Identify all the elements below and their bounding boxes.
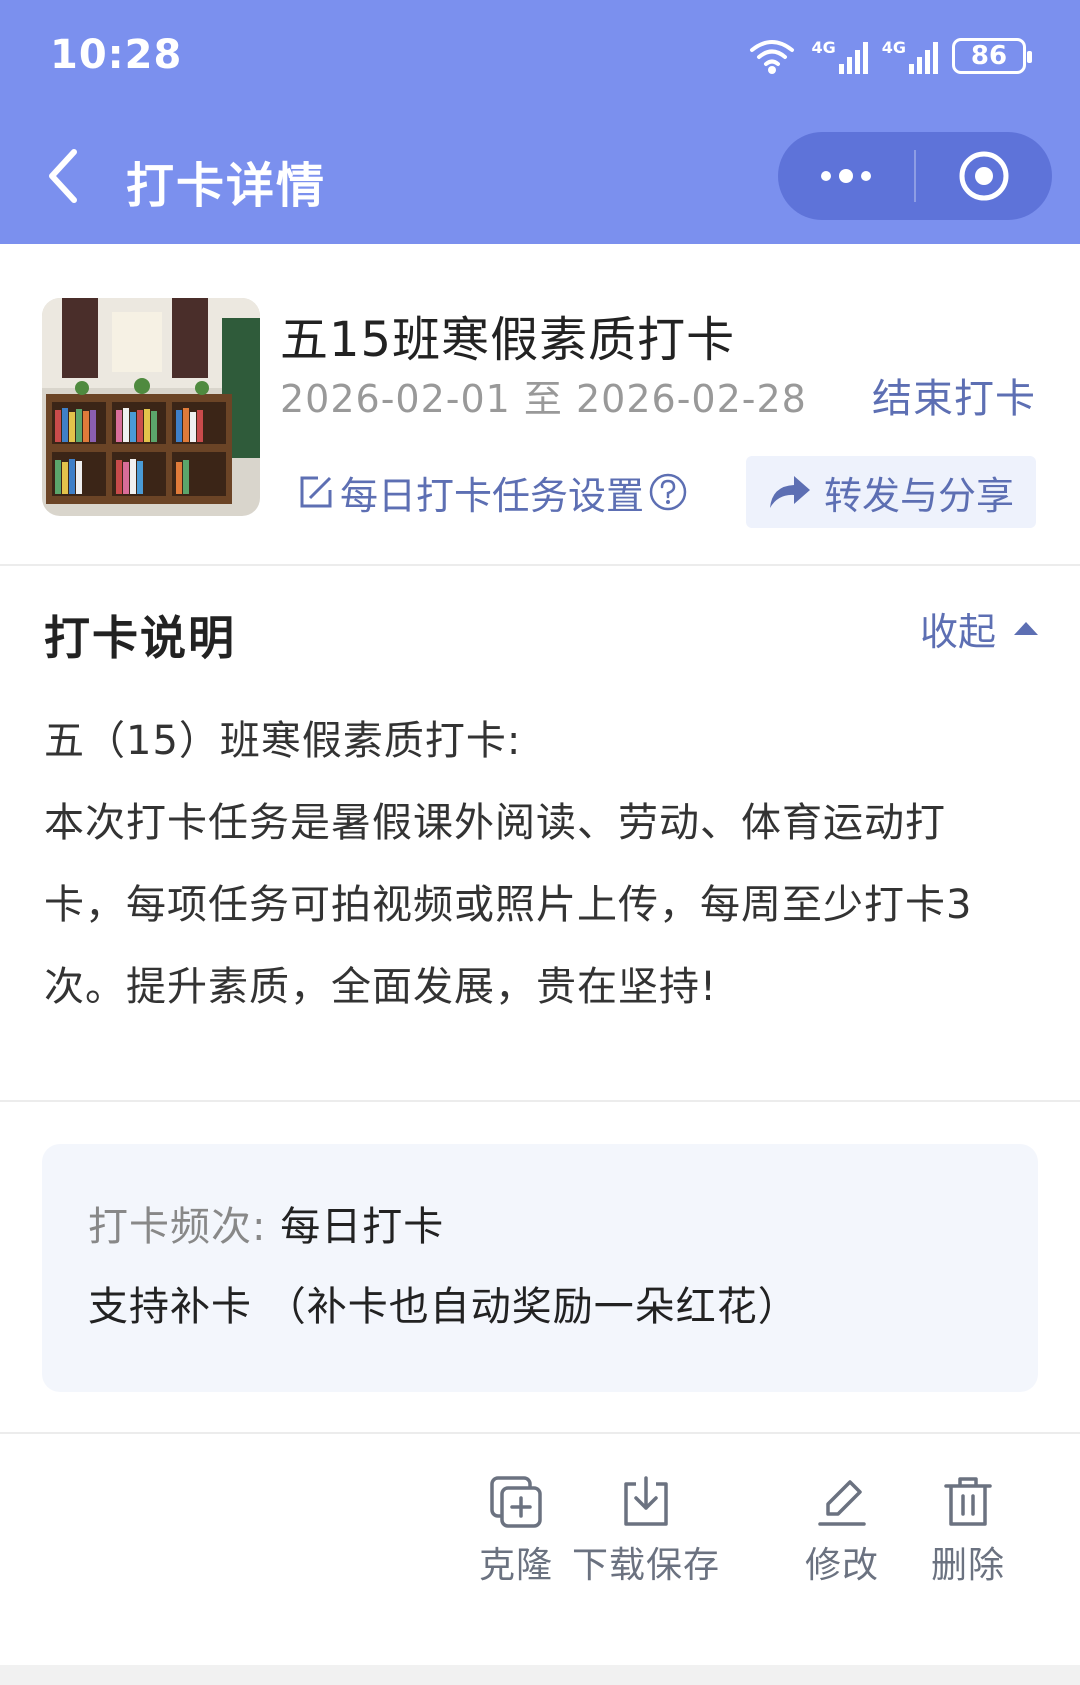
chevron-left-icon — [49, 149, 77, 203]
daily-task-settings-link[interactable]: 每日打卡任务设置 — [296, 464, 688, 520]
more-dot-icon — [861, 171, 871, 181]
page-title: 打卡详情 — [126, 158, 327, 214]
collapse-label: 收起 — [919, 609, 996, 654]
target-circle-icon — [959, 151, 1009, 201]
trash-icon — [944, 1477, 992, 1526]
description-line: 次。提升素质，全面发展，贵在坚持! — [44, 964, 718, 1010]
share-label: 转发与分享 — [823, 473, 1014, 518]
frequency-value: 每日打卡 — [280, 1204, 445, 1250]
description-line: 五（15）班寒假素质打卡: — [44, 718, 522, 764]
end-checkin-button[interactable]: 结束打卡 — [872, 366, 1036, 424]
edit-icon — [300, 476, 332, 508]
checkin-cover-image — [42, 298, 260, 516]
wifi-icon — [750, 40, 795, 74]
description-line: 本次打卡任务是暑假课外阅读、劳动、体育运动打 — [44, 800, 946, 846]
makeup-rule: 支持补卡 （补卡也自动奖励一朵红花） — [88, 1284, 799, 1330]
download-save-button[interactable]: 下载保存 — [572, 1474, 720, 1588]
collapse-button[interactable]: 收起 — [920, 600, 1040, 656]
clone-label: 克隆 — [479, 1545, 554, 1586]
triangle-up-icon — [1014, 622, 1038, 635]
date-range: 2026-02-01 至 2026-02-28 — [280, 377, 807, 421]
frequency-label: 打卡频次: — [88, 1204, 267, 1250]
back-button[interactable] — [40, 142, 90, 210]
clone-icon — [490, 1476, 542, 1528]
download-save-label: 下载保存 — [572, 1545, 721, 1586]
delete-label: 删除 — [931, 1545, 1006, 1586]
checkin-card: 五15班寒假素质打卡 2026-02-01 至 2026-02-28 结束打卡 … — [0, 244, 1080, 566]
section-divider — [0, 1100, 1080, 1102]
more-dot-icon — [821, 171, 831, 181]
download-icon — [624, 1476, 668, 1526]
pencil-icon — [818, 1480, 866, 1526]
signal-4g-icon-2: 4G — [882, 38, 938, 74]
share-button[interactable]: 转发与分享 — [746, 456, 1036, 528]
edit-button[interactable]: 修改 — [805, 1474, 879, 1588]
help-icon[interactable] — [648, 472, 688, 512]
battery-indicator: 86 — [952, 38, 1032, 74]
daily-task-settings-label: 每日打卡任务设置 — [340, 473, 645, 518]
description-heading: 打卡说明 — [44, 611, 236, 665]
section-divider — [0, 1432, 1080, 1434]
delete-button[interactable]: 删除 — [931, 1474, 1005, 1588]
bottom-safe-area — [0, 1665, 1080, 1685]
frequency-row: 打卡频次: 每日打卡 — [88, 1194, 444, 1252]
checkin-rules-box: 打卡频次: 每日打卡 支持补卡 （补卡也自动奖励一朵红花） — [42, 1144, 1038, 1392]
forward-arrow-icon — [769, 476, 810, 508]
mini-program-capsule — [778, 132, 1052, 220]
clone-button[interactable]: 克隆 — [479, 1474, 553, 1588]
signal-4g-icon-1: 4G — [811, 38, 868, 74]
header-bar: 10:28 4G 4G 86 打卡详情 — [0, 0, 1080, 244]
edit-label: 修改 — [805, 1545, 880, 1586]
status-time: 10:28 — [50, 32, 183, 78]
description-text: 五（15）班寒假素质打卡: 本次打卡任务是暑假课外阅读、劳动、体育运动打 卡，每… — [44, 700, 1034, 1028]
more-dot-icon — [839, 169, 853, 183]
description-line: 卡，每项任务可拍视频或照片上传，每周至少打卡3 — [44, 882, 973, 928]
status-icons: 4G 4G 86 — [747, 34, 1032, 78]
more-button[interactable] — [778, 132, 914, 220]
checkin-title: 五15班寒假素质打卡 — [280, 312, 736, 368]
close-mini-program-button[interactable] — [916, 132, 1052, 220]
